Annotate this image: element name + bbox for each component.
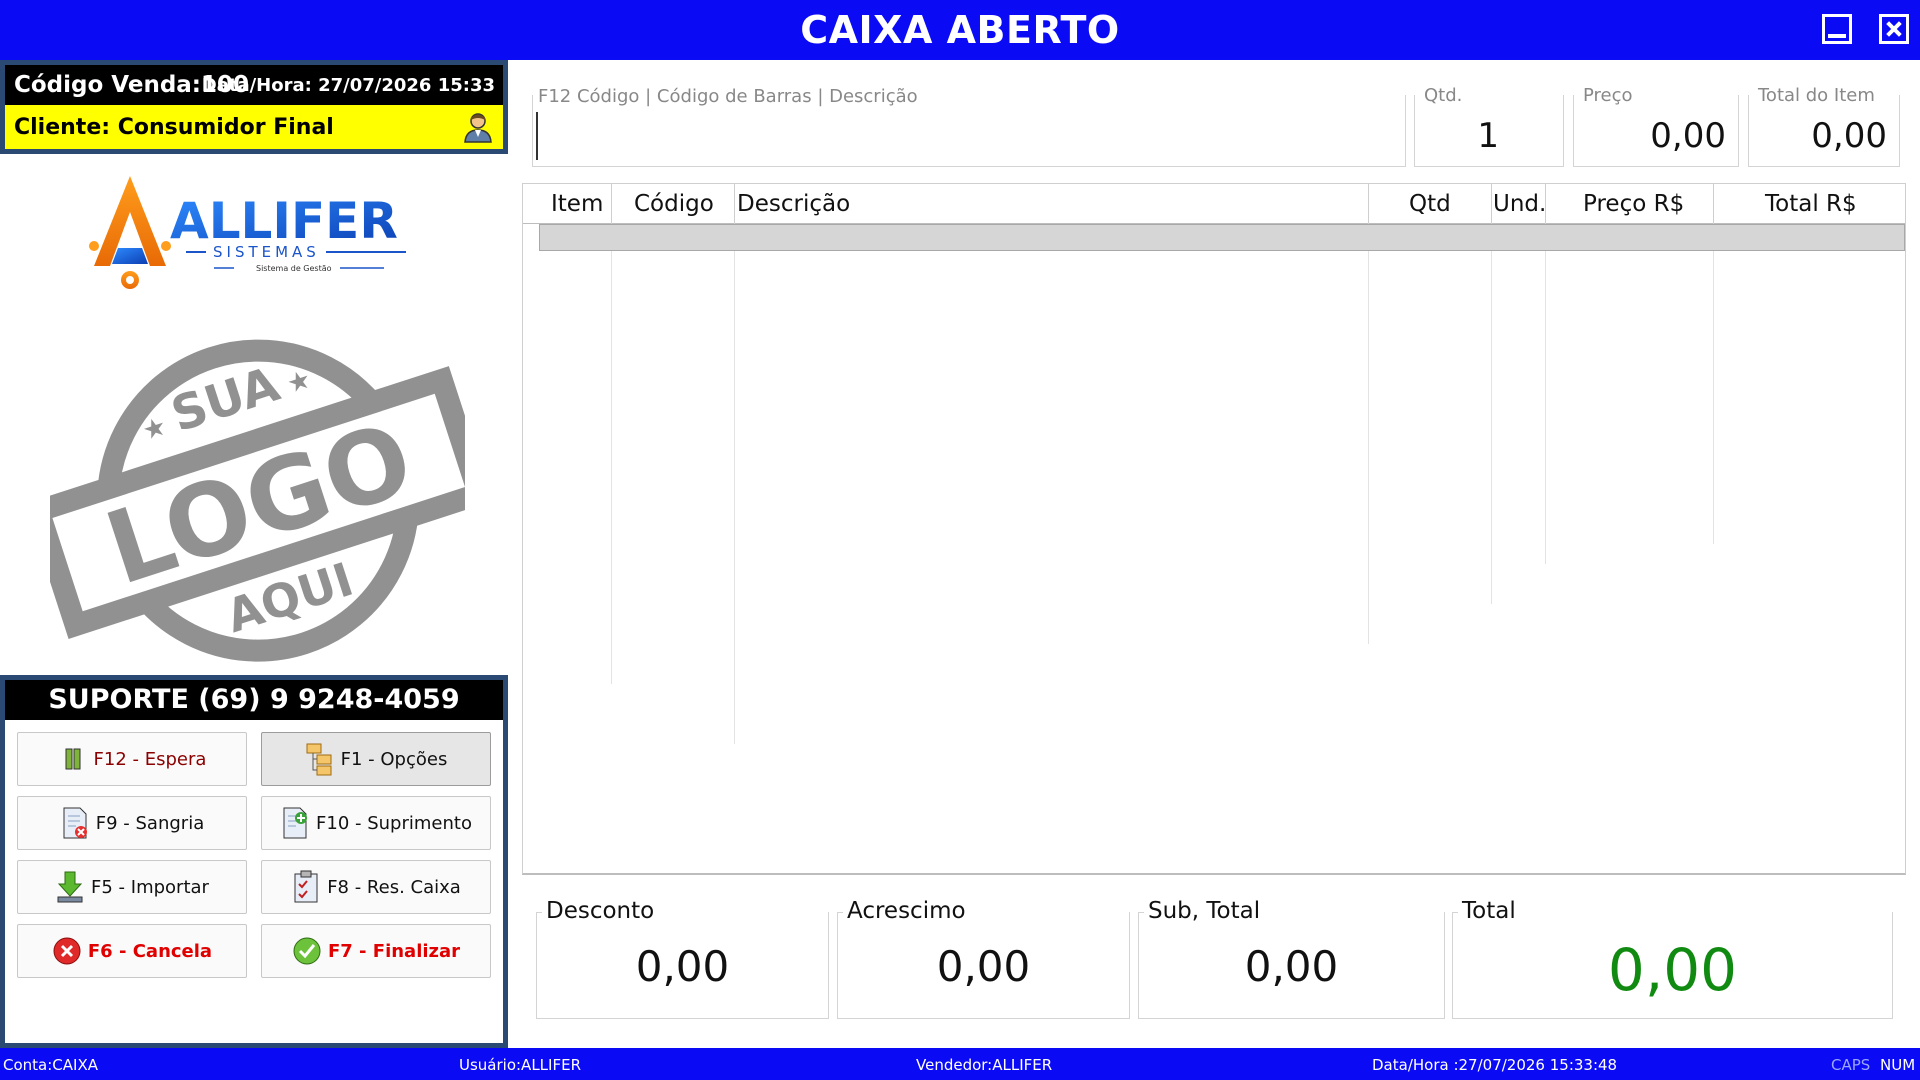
finalizar-button[interactable]: F7 - Finalizar <box>261 924 491 978</box>
col-descricao[interactable]: Descrição <box>737 191 850 217</box>
stamp-star-left: ★ <box>139 411 170 447</box>
col-divider <box>1713 184 1714 224</box>
importar-button[interactable]: F5 - Importar <box>17 860 247 914</box>
subtotal-box: Sub, Total 0,00 <box>1138 898 1445 1019</box>
product-search-label: F12 Código | Código de Barras | Descriçã… <box>538 86 918 107</box>
res-caixa-label: F8 - Res. Caixa <box>327 876 461 898</box>
pause-icon <box>65 748 81 770</box>
col-qtd[interactable]: Qtd <box>1409 191 1451 217</box>
clipboard-check-icon <box>294 870 318 903</box>
acrescimo-label: Acrescimo <box>844 898 969 924</box>
status-vendedor: Vendedor:ALLIFER <box>916 1056 1053 1074</box>
suprimento-button[interactable]: F10 - Suprimento <box>261 796 491 850</box>
col-divider <box>1491 224 1492 604</box>
col-divider <box>1713 224 1714 544</box>
col-divider <box>611 184 612 224</box>
col-divider <box>1491 184 1492 224</box>
subtotal-value: 0,00 <box>1244 942 1339 991</box>
support-phone: SUPORTE (69) 9 9248-4059 <box>5 680 503 720</box>
grid-selected-row[interactable] <box>539 224 1905 251</box>
sale-header: Código Venda:100 Data/Hora: 27/07/2026 1… <box>5 65 503 105</box>
col-divider <box>1545 184 1546 224</box>
title-bar: CAIXA ABERTO <box>0 0 1920 60</box>
desconto-label: Desconto <box>543 898 658 924</box>
tree-icon <box>306 743 332 776</box>
desconto-value: 0,00 <box>635 942 730 991</box>
res-caixa-button[interactable]: F8 - Res. Caixa <box>261 860 491 914</box>
document-add-icon <box>283 807 308 839</box>
client-label: Cliente: Consumidor Final <box>14 115 334 140</box>
total-box: Total 0,00 <box>1452 898 1893 1019</box>
text-caret <box>536 112 538 160</box>
finalizar-label: F7 - Finalizar <box>327 940 461 962</box>
acrescimo-value: 0,00 <box>936 942 1031 991</box>
desconto-box: Desconto 0,00 <box>536 898 829 1019</box>
qtd-label: Qtd. <box>1421 85 1466 106</box>
items-grid[interactable]: Item Código Descrição Qtd Und. Preço R$ … <box>522 183 1906 875</box>
left-panel: Código Venda:100 Data/Hora: 27/07/2026 1… <box>0 60 510 1048</box>
grid-header: Item Código Descrição Qtd Und. Preço R$ … <box>523 184 1905 224</box>
col-divider <box>611 224 612 684</box>
total-value: 0,00 <box>1607 936 1738 1004</box>
status-datahora: Data/Hora :27/07/2026 15:33:48 <box>1372 1056 1618 1074</box>
total-label: Total <box>1459 898 1519 924</box>
qtd-value: 1 <box>1477 116 1499 156</box>
status-num: NUM <box>1880 1056 1916 1074</box>
cancel-icon <box>53 937 81 965</box>
user-icon[interactable] <box>463 111 493 143</box>
document-remove-icon <box>63 807 87 839</box>
sale-datetime: Data/Hora: 27/07/2026 15:33 <box>201 75 495 96</box>
col-divider <box>734 184 735 224</box>
opcoes-button[interactable]: F1 - Opções <box>261 732 491 786</box>
preco-field[interactable]: Preço 0,00 <box>1573 85 1739 167</box>
close-button[interactable] <box>1879 14 1909 44</box>
sangria-button[interactable]: F9 - Sangria <box>17 796 247 850</box>
window-title: CAIXA ABERTO <box>800 8 1120 52</box>
status-usuario: Usuário:ALLIFER <box>459 1056 581 1074</box>
support-panel: SUPORTE (69) 9 9248-4059 F12 - Espera F1… <box>0 675 508 1048</box>
qtd-field[interactable]: Qtd. 1 <box>1414 85 1564 167</box>
col-total[interactable]: Total R$ <box>1765 191 1857 217</box>
preco-value: 0,00 <box>1650 116 1726 156</box>
check-icon <box>293 937 321 965</box>
total-item-field: Total do Item 0,00 <box>1748 85 1900 167</box>
logo-placeholder-stamp: SUA ★ ★ LOGO AQUI <box>50 339 465 662</box>
col-item[interactable]: Item <box>551 191 603 217</box>
total-item-label: Total do Item <box>1755 85 1878 106</box>
espera-button[interactable]: F12 - Espera <box>17 732 247 786</box>
col-divider <box>1368 224 1369 644</box>
status-caps: CAPS <box>1831 1056 1871 1074</box>
total-item-value: 0,00 <box>1811 116 1887 156</box>
brand-name: ALLIFER <box>170 192 398 250</box>
status-conta: Conta:CAIXA <box>3 1056 98 1074</box>
sangria-label: F9 - Sangria <box>95 812 205 834</box>
client-row[interactable]: Cliente: Consumidor Final <box>5 105 503 149</box>
col-divider <box>1368 184 1369 224</box>
brand-sub: SISTEMAS <box>213 243 320 261</box>
espera-label: F12 - Espera <box>93 748 207 770</box>
importar-label: F5 - Importar <box>91 876 209 898</box>
download-icon <box>57 871 83 903</box>
cancela-button[interactable]: F6 - Cancela <box>17 924 247 978</box>
status-bar: Conta:CAIXA Usuário:ALLIFER Vendedor:ALL… <box>0 1048 1920 1080</box>
col-divider <box>1545 224 1546 564</box>
minimize-button[interactable] <box>1822 14 1852 44</box>
sale-info-box: Código Venda:100 Data/Hora: 27/07/2026 1… <box>0 60 508 154</box>
acrescimo-box: Acrescimo 0,00 <box>837 898 1130 1019</box>
preco-label: Preço <box>1580 85 1636 106</box>
suprimento-label: F10 - Suprimento <box>316 812 472 834</box>
cancela-label: F6 - Cancela <box>87 940 213 962</box>
col-codigo[interactable]: Código <box>634 191 714 217</box>
brand-tagline: Sistema de Gestão <box>256 264 332 273</box>
opcoes-label: F1 - Opções <box>340 748 448 770</box>
subtotal-label: Sub, Total <box>1145 898 1264 924</box>
col-preco[interactable]: Preço R$ <box>1583 191 1684 217</box>
col-und[interactable]: Und. <box>1493 191 1546 217</box>
col-divider <box>734 224 735 744</box>
product-search-input[interactable] <box>534 110 1394 162</box>
